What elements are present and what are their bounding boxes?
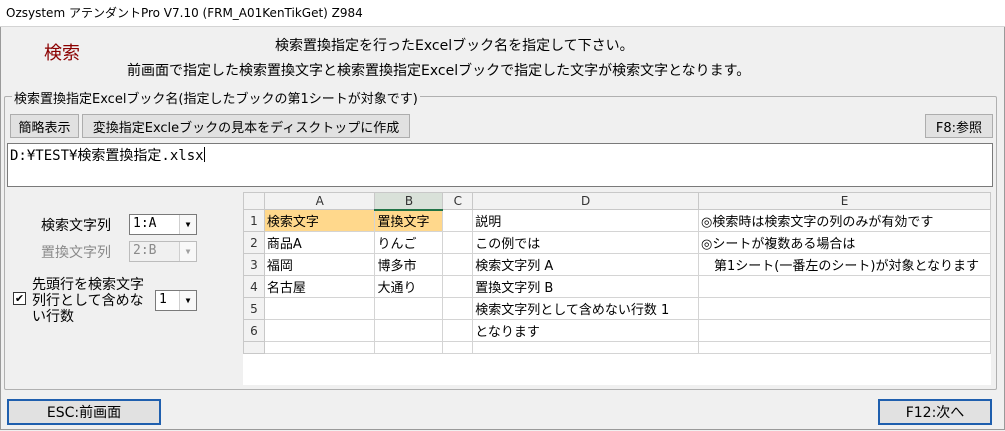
sample-sheet: A B C D E 1 検索文字 置換文字 説明 ◎検索時は検索文字の列のみが有… [243, 192, 991, 385]
replace-column-select[interactable]: 2:B ▼ [129, 241, 197, 262]
row-header: 5 [243, 297, 265, 320]
cell: 検索文字列として含めない行数 1 [472, 297, 700, 320]
cell [374, 341, 444, 354]
cell [698, 297, 991, 320]
chevron-down-icon[interactable]: ▼ [179, 291, 196, 310]
cell: 検索文字 [263, 209, 376, 232]
esc-back-button[interactable]: ESC:前画面 [7, 399, 161, 425]
table-row [243, 341, 991, 354]
cell: となります [472, 319, 700, 342]
cell: ◎検索時は検索文字の列のみが有効です [698, 209, 991, 232]
instruction-line-1: 検索置換指定を行ったExcelブック名を指定して下さい。 [275, 38, 634, 54]
table-row: 2 商品A りんご この例では ◎シートが複数ある場合は [243, 231, 991, 254]
table-row: 6 となります [243, 319, 991, 342]
replace-column-value: 2:B [133, 243, 157, 258]
f8-browse-button[interactable]: F8:参照 [925, 114, 993, 138]
cell [442, 297, 474, 320]
page-title: 検索 [44, 43, 80, 64]
cell: 第1シート(一番左のシート)が対象となります [698, 253, 991, 276]
cell [374, 297, 444, 320]
table-row: 3 福岡 博多市 検索文字列 A 第1シート(一番左のシート)が対象となります [243, 253, 991, 276]
cell: 福岡 [263, 253, 376, 276]
cell [263, 297, 376, 320]
cell [442, 253, 474, 276]
column-header: E [698, 192, 991, 210]
skip-rows-label: 先頭行を検索文字列行として含めない行数 [32, 277, 144, 325]
table-row: 5 検索文字列として含めない行数 1 [243, 297, 991, 320]
file-path-text: D:¥TEST¥検索置換指定.xlsx [10, 148, 204, 164]
column-header: B [374, 192, 444, 211]
row-header: 3 [243, 253, 265, 276]
cell [442, 319, 474, 342]
cell [472, 341, 700, 354]
cell: 置換文字列 B [472, 275, 700, 298]
cell [374, 319, 444, 342]
column-header-row: A B C D E [243, 192, 991, 211]
window-title-bar: Ozsystem アテンダントPro V7.10 (FRM_A01KenTikG… [0, 0, 1005, 27]
skip-rows-value: 1 [159, 292, 167, 307]
cell [698, 275, 991, 298]
cell [263, 319, 376, 342]
table-row: 1 検索文字 置換文字 説明 ◎検索時は検索文字の列のみが有効です [243, 209, 991, 232]
corner-cell [243, 192, 265, 210]
skip-rows-checkbox[interactable]: ✔ [13, 292, 26, 305]
cell: 置換文字 [374, 209, 444, 232]
search-column-label: 検索文字列 [41, 218, 111, 234]
cell [442, 231, 474, 254]
cell: 検索文字列 A [472, 253, 700, 276]
text-caret [203, 147, 205, 162]
sheet-grid: A B C D E 1 検索文字 置換文字 説明 ◎検索時は検索文字の列のみが有… [243, 192, 991, 354]
cell: 大通り [374, 275, 444, 298]
row-header: 2 [243, 231, 265, 254]
cell [263, 341, 376, 354]
cell: 商品A [263, 231, 376, 254]
row-header: 4 [243, 275, 265, 298]
simple-view-button[interactable]: 簡略表示 [10, 114, 79, 138]
cell: 博多市 [374, 253, 444, 276]
chevron-down-icon[interactable]: ▼ [179, 242, 196, 261]
cell: 名古屋 [263, 275, 376, 298]
row-header [243, 341, 265, 354]
cell: この例では [472, 231, 700, 254]
chevron-down-icon[interactable]: ▼ [179, 215, 196, 234]
cell: りんご [374, 231, 444, 254]
f12-next-button[interactable]: F12:次へ [878, 399, 992, 425]
column-header: A [263, 192, 376, 210]
search-column-value: 1:A [133, 216, 157, 231]
file-path-input[interactable]: D:¥TEST¥検索置換指定.xlsx [7, 143, 993, 187]
group-title: 検索置換指定Excelブック名(指定したブックの第1シートが対象です) [12, 88, 420, 107]
column-header: C [442, 192, 474, 210]
window-title: Ozsystem アテンダントPro V7.10 (FRM_A01KenTikG… [6, 6, 363, 20]
cell: 説明 [472, 209, 700, 232]
row-header: 6 [243, 319, 265, 342]
column-header: D [472, 192, 700, 210]
cell [698, 319, 991, 342]
cell [698, 341, 991, 354]
create-sample-button[interactable]: 変換指定Excleブックの見本をディスクトップに作成 [82, 114, 410, 138]
search-column-select[interactable]: 1:A ▼ [129, 214, 197, 235]
skip-rows-select[interactable]: 1 ▼ [155, 290, 197, 311]
instruction-line-2: 前画面で指定した検索置換文字と検索置換指定Excelブックで指定した文字が検索文… [127, 63, 751, 79]
row-header: 1 [243, 209, 265, 232]
cell [442, 209, 474, 232]
table-row: 4 名古屋 大通り 置換文字列 B [243, 275, 991, 298]
check-icon: ✔ [14, 292, 25, 305]
replace-column-label: 置換文字列 [41, 245, 111, 261]
cell: ◎シートが複数ある場合は [698, 231, 991, 254]
cell [442, 341, 474, 354]
cell [442, 275, 474, 298]
